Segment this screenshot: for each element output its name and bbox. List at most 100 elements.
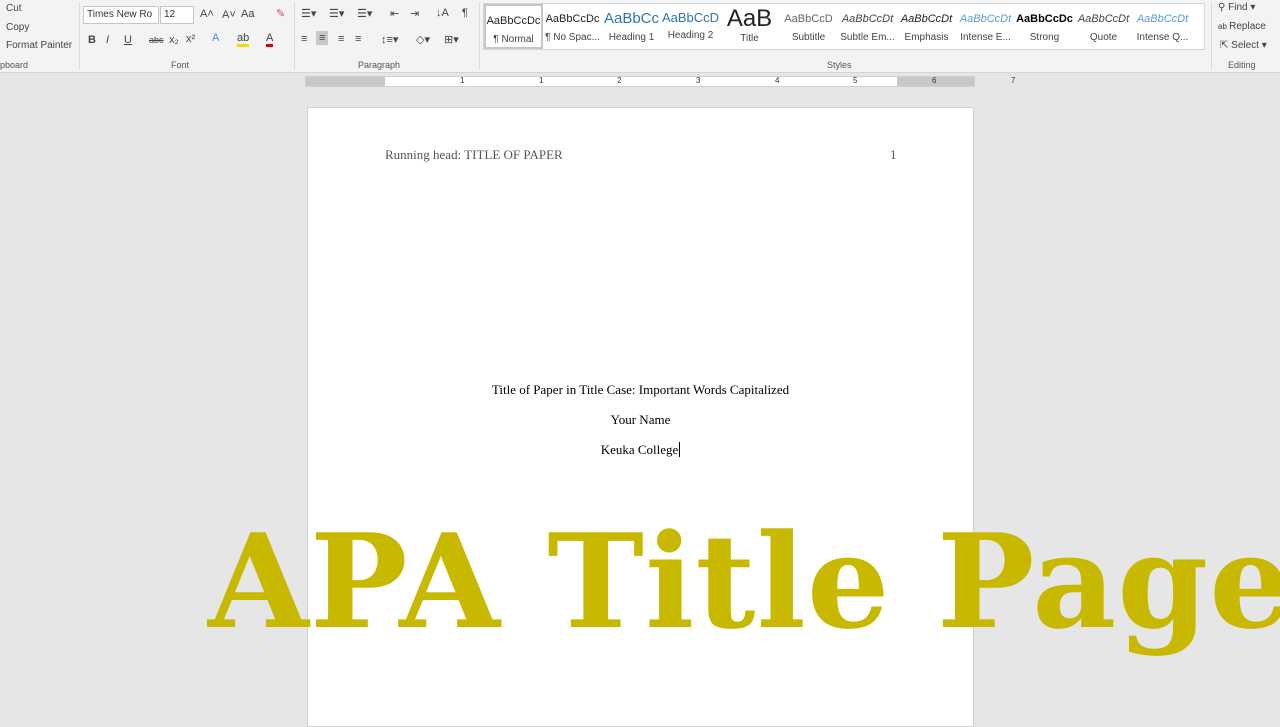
style-name: Intense Q... bbox=[1136, 32, 1189, 43]
style-no-spac[interactable]: AaBbCcDc ¶ No Spac... bbox=[543, 4, 602, 49]
increase-indent-icon[interactable]: ⇥ bbox=[410, 7, 419, 20]
sort-icon[interactable]: ↓A bbox=[436, 7, 449, 19]
change-case-button[interactable]: Aa bbox=[241, 8, 254, 20]
style-intense-q[interactable]: AaBbCcDt Intense Q... bbox=[1133, 4, 1192, 49]
styles-group-label: Styles bbox=[827, 60, 852, 70]
font-name-select[interactable]: Times New Ro bbox=[83, 6, 159, 24]
replace-label: Replace bbox=[1229, 21, 1266, 32]
editing-group-label: Editing bbox=[1228, 60, 1256, 70]
style-name: Subtle Em... bbox=[840, 32, 895, 43]
style-name: Subtitle bbox=[791, 32, 826, 43]
style-name: Heading 2 bbox=[667, 30, 714, 41]
borders-icon[interactable]: ⊞▾ bbox=[444, 33, 459, 46]
style-preview: AaBbCcDc bbox=[486, 15, 541, 27]
cursor-icon: ⇱ bbox=[1220, 40, 1232, 51]
paragraph-group-label: Paragraph bbox=[358, 60, 401, 70]
bold-button[interactable]: B bbox=[88, 34, 96, 46]
format-painter-button[interactable]: Format Painter bbox=[6, 40, 72, 51]
style-normal[interactable]: AaBbCcDc ¶ Normal bbox=[484, 4, 543, 49]
divider bbox=[1211, 2, 1212, 70]
justify-icon[interactable]: ≡ bbox=[355, 33, 361, 45]
style-preview: AaBbCcDt bbox=[1077, 13, 1130, 25]
decrease-indent-icon[interactable]: ⇤ bbox=[390, 7, 399, 20]
select-button[interactable]: ⇱ Select ▾ bbox=[1220, 40, 1267, 51]
ruler-number: 7 bbox=[1011, 76, 1016, 85]
divider bbox=[294, 2, 295, 70]
ruler-left-margin bbox=[306, 77, 385, 86]
style-subtle-em[interactable]: AaBbCcDt Subtle Em... bbox=[838, 4, 897, 49]
shading-icon[interactable]: ◇▾ bbox=[416, 33, 430, 46]
style-preview: AaBbCcDt bbox=[900, 13, 953, 25]
style-preview: AaBbCc bbox=[603, 10, 660, 27]
running-head[interactable]: Running head: TITLE OF PAPER bbox=[385, 147, 563, 163]
divider bbox=[79, 2, 80, 70]
select-label: Select bbox=[1231, 40, 1259, 51]
align-right-icon[interactable]: ≡ bbox=[338, 33, 344, 45]
cut-button[interactable]: Cut bbox=[6, 3, 22, 14]
align-left-icon[interactable]: ≡ bbox=[301, 33, 307, 45]
bullets-icon[interactable]: ☰▾ bbox=[301, 7, 316, 20]
author-name[interactable]: Your Name bbox=[308, 412, 973, 428]
line-spacing-icon[interactable]: ↕≡▾ bbox=[381, 33, 398, 46]
font-color-icon[interactable]: A bbox=[266, 32, 274, 47]
underline-button[interactable]: U bbox=[124, 34, 132, 46]
numbering-icon[interactable]: ☰▾ bbox=[329, 7, 344, 20]
style-name: Strong bbox=[1029, 32, 1060, 43]
italic-button[interactable]: I bbox=[106, 34, 109, 46]
replace-icon: ab bbox=[1218, 22, 1230, 31]
style-heading-2[interactable]: AaBbCcD Heading 2 bbox=[661, 4, 720, 49]
style-name: Heading 1 bbox=[608, 32, 655, 43]
show-formatting-button[interactable]: ¶ bbox=[462, 7, 468, 19]
style-preview: AaBbCcDt bbox=[959, 13, 1012, 25]
paper-title[interactable]: Title of Paper in Title Case: Important … bbox=[308, 382, 973, 398]
replace-button[interactable]: ab Replace bbox=[1218, 21, 1266, 32]
shrink-font-icon[interactable]: A˅ bbox=[222, 9, 236, 21]
font-size-select[interactable]: 12 bbox=[160, 6, 194, 24]
strikethrough-button[interactable]: abc bbox=[149, 35, 164, 45]
style-quote[interactable]: AaBbCcDt Quote bbox=[1074, 4, 1133, 49]
style-name: Emphasis bbox=[904, 32, 949, 43]
style-preview: AaBbCcDt bbox=[841, 13, 894, 25]
overlay-title: APA Title Page bbox=[208, 505, 1280, 658]
style-strong[interactable]: AaBbCcDc Strong bbox=[1015, 4, 1074, 49]
style-subtitle[interactable]: AaBbCcD Subtitle bbox=[779, 4, 838, 49]
style-name: Title bbox=[740, 33, 759, 44]
style-preview: AaBbCcD bbox=[661, 10, 720, 25]
grow-font-icon[interactable]: A˄ bbox=[200, 8, 214, 20]
style-preview: AaBbCcDc bbox=[1016, 13, 1073, 25]
style-emphasis[interactable]: AaBbCcDt Emphasis bbox=[897, 4, 956, 49]
divider bbox=[479, 2, 480, 70]
styles-gallery: AaBbCcDc ¶ Normal AaBbCcDc ¶ No Spac... AaBb… bbox=[483, 3, 1205, 50]
highlight-icon[interactable]: ab bbox=[237, 32, 250, 47]
ribbon: Cut Copy Format Painter pboard Times New… bbox=[0, 0, 1280, 73]
institution[interactable]: Keuka College bbox=[308, 442, 973, 458]
find-label: Find bbox=[1228, 2, 1248, 13]
institution-text: Keuka College bbox=[600, 442, 679, 457]
style-title[interactable]: AaB Title bbox=[720, 4, 779, 49]
page-number[interactable]: 1 bbox=[890, 147, 897, 163]
copy-button[interactable]: Copy bbox=[6, 22, 29, 33]
clear-formatting-icon[interactable]: ✎ bbox=[276, 7, 285, 20]
find-button[interactable]: ⚲ Find ▾ bbox=[1218, 2, 1255, 13]
ruler-number: 6 bbox=[932, 76, 937, 85]
style-name: ¶ Normal bbox=[493, 34, 534, 45]
subscript-icon[interactable]: x₂ bbox=[169, 34, 179, 46]
ruler-number: 4 bbox=[775, 76, 780, 85]
superscript-icon[interactable]: x² bbox=[186, 33, 195, 45]
style-preview: AaBbCcDc bbox=[545, 13, 600, 25]
text-effects-icon[interactable]: A bbox=[212, 32, 219, 44]
style-heading-1[interactable]: AaBbCc Heading 1 bbox=[602, 4, 661, 49]
ruler-number: 2 bbox=[617, 76, 622, 85]
multilevel-list-icon[interactable]: ☰▾ bbox=[357, 7, 372, 20]
horizontal-ruler[interactable]: 1 1 2 3 4 5 6 7 bbox=[305, 76, 1015, 87]
style-preview: AaB bbox=[726, 5, 773, 32]
text-cursor bbox=[679, 442, 681, 457]
style-preview: AaBbCcD bbox=[784, 13, 833, 25]
style-preview: AaBbCcDt bbox=[1136, 13, 1189, 25]
font-group-label: Font bbox=[171, 60, 190, 70]
ruler-number: 1 bbox=[539, 76, 544, 85]
ruler-number: 5 bbox=[853, 76, 858, 85]
style-intense-e[interactable]: AaBbCcDt Intense E... bbox=[956, 4, 1015, 49]
clipboard-group-label: pboard bbox=[0, 60, 29, 70]
align-center-icon[interactable]: ≡ bbox=[316, 31, 329, 45]
